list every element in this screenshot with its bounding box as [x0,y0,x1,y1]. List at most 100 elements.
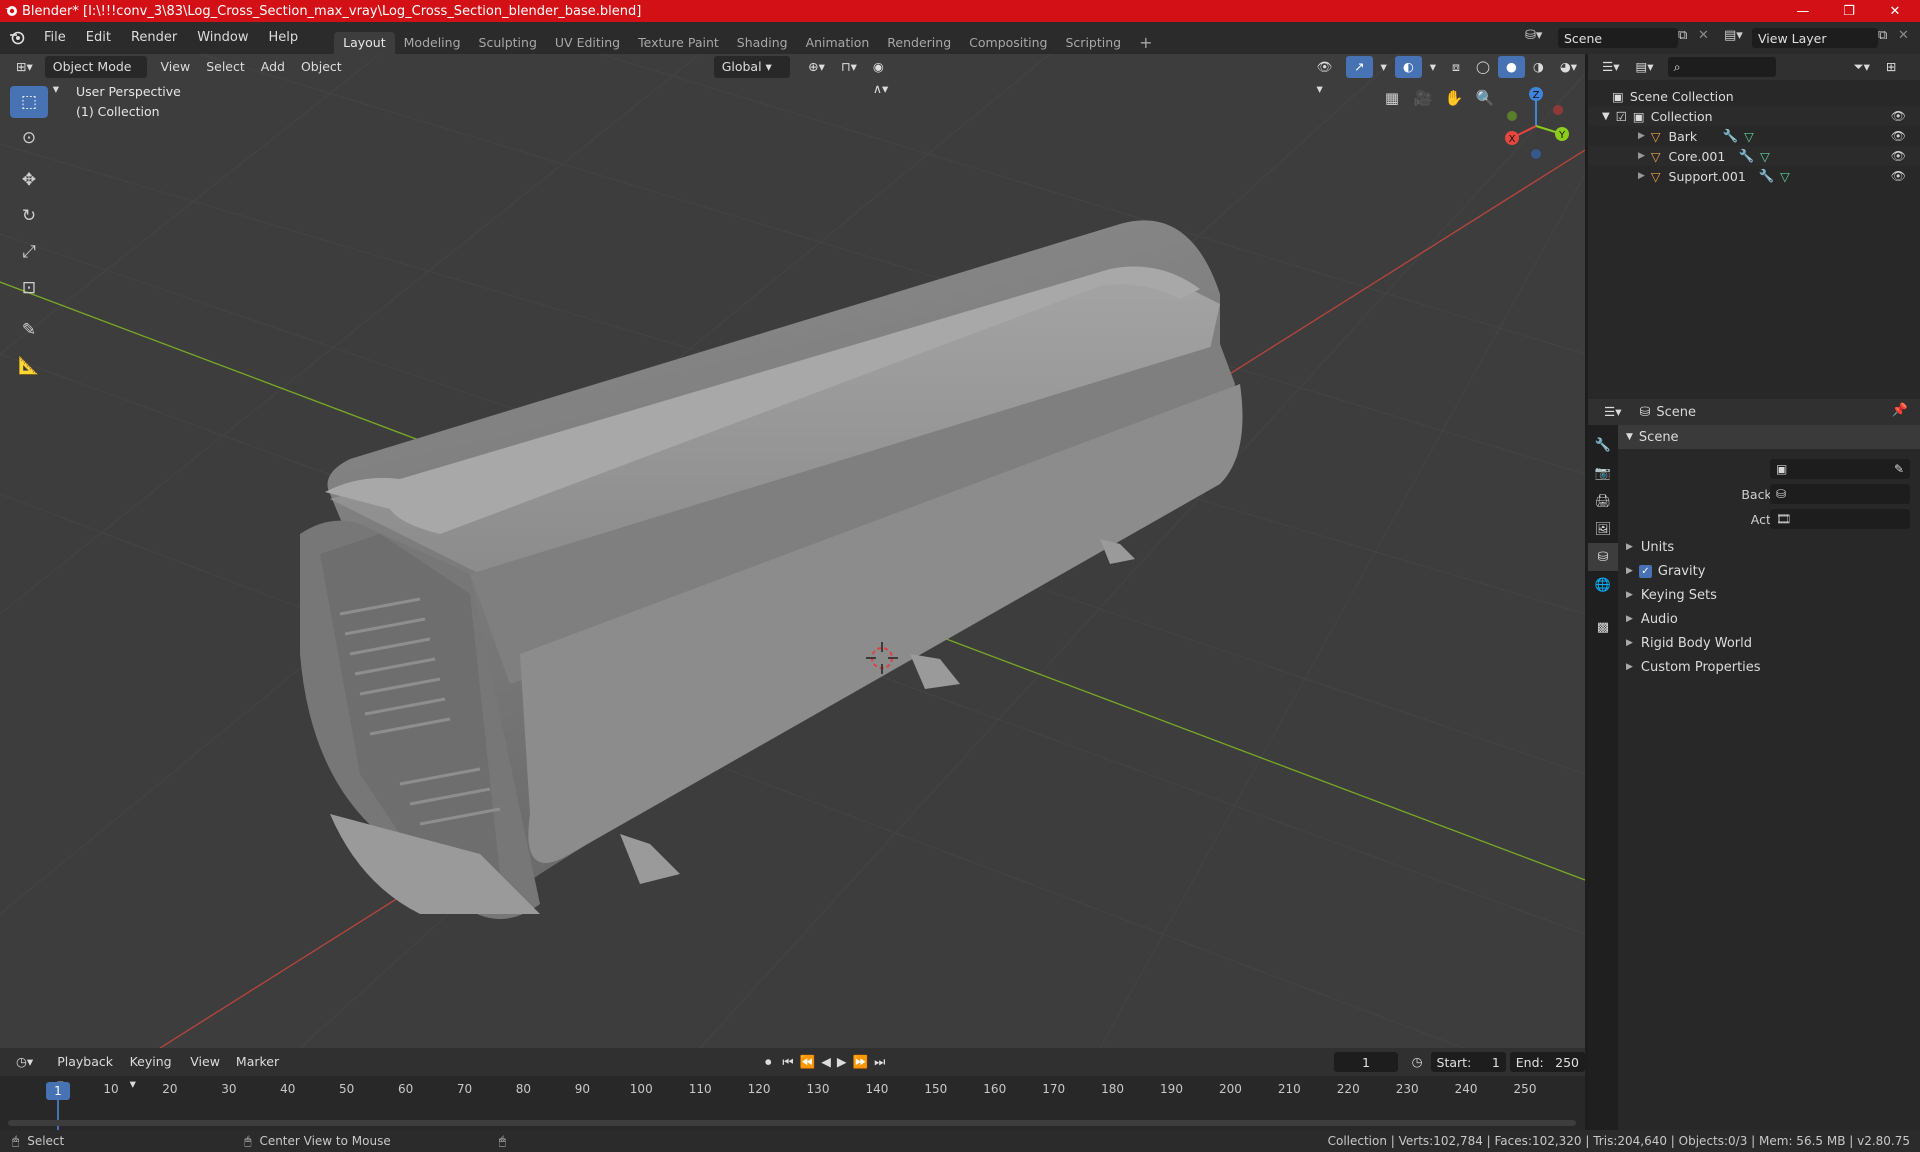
tab-layout[interactable]: Layout [334,32,395,54]
view-layer-tab-icon[interactable]: 🖼 [1588,515,1618,543]
menu-add[interactable]: Add [253,56,293,78]
tab-uv-editing[interactable]: UV Editing [546,32,629,54]
editor-type-icon[interactable]: ⊞▾ [8,56,41,78]
timeline-scrollbar[interactable] [8,1120,1576,1126]
overlay-dropdown-icon[interactable]: ▾ [1422,56,1444,78]
eye-icon[interactable]: 👁 [1891,129,1906,143]
select-box-icon[interactable]: ⬚ [10,86,48,118]
shading-solid-icon[interactable]: ● [1497,56,1525,78]
rigid-body-world-panel-header[interactable]: ▶ Rigid Body World [1618,631,1920,655]
filter-icon[interactable]: ⏷▾ [1846,56,1878,78]
outliner-row-collection[interactable]: ▼ ☑ ▣ Collection 👁 [1588,106,1920,126]
tab-rendering[interactable]: Rendering [878,32,960,54]
view-layer-field[interactable]: View Layer [1752,28,1878,48]
menu-view[interactable]: View [153,56,199,78]
world-tab-icon[interactable]: 🌐 [1588,571,1618,599]
overlay-toggle-icon[interactable]: ◐ [1394,56,1422,78]
tab-scripting[interactable]: Scripting [1057,32,1131,54]
scene-remove-icon[interactable]: ✕ [1698,28,1718,48]
view-layer-remove-icon[interactable]: ✕ [1898,28,1918,48]
checkbox-icon[interactable]: ☑ [1616,109,1627,124]
tab-animation[interactable]: Animation [797,32,879,54]
texture-tab-icon[interactable]: ▩ [1588,613,1618,641]
transform-tool-icon[interactable]: ⊡ [10,272,48,304]
shading-wireframe-icon[interactable]: ◯ [1468,56,1498,78]
outliner-row-core[interactable]: ▶ ▽ Core.001 🔧 ▽ 👁 [1588,146,1920,166]
mode-dropdown[interactable]: Object Mode ▾ [44,56,147,96]
scene-copy-icon[interactable]: ⧉ [1678,28,1698,48]
playhead-frame-indicator[interactable]: 1 [46,1082,70,1100]
menu-edit[interactable]: Edit [76,22,121,54]
xray-toggle-icon[interactable]: ⧈ [1444,56,1468,78]
camera-view-icon[interactable]: 🎥 [1409,84,1437,112]
background-scene-field[interactable]: ⛁ [1770,484,1910,504]
outliner-row-bark[interactable]: ▶ ▽ Bark 🔧 ▽ 👁 [1588,126,1920,146]
proportional-edit-icon[interactable]: ◉ ∧▾ [865,56,911,96]
new-collection-icon[interactable]: ⊞ [1878,56,1904,78]
units-panel-header[interactable]: ▶ Units [1618,535,1920,559]
zoom-view-icon[interactable]: 🔍 [1471,84,1499,112]
custom-properties-panel-header[interactable]: ▶ Custom Properties [1618,655,1920,679]
tab-modeling[interactable]: Modeling [395,32,470,54]
close-button[interactable]: ✕ [1872,0,1918,22]
visibility-icon[interactable]: 👁▾ [1308,56,1346,96]
properties-editor-type-icon[interactable]: ☰▾ [1596,401,1629,423]
menu-file[interactable]: File [34,22,76,54]
minimize-button[interactable]: — [1780,0,1826,22]
pivot-icon[interactable]: ⊕▾ [800,56,833,78]
eyedropper-icon[interactable]: ✎ [1894,462,1904,476]
expand-arrow-icon[interactable]: ▶ [1638,151,1645,161]
measure-tool-icon[interactable]: 📐 [10,350,48,382]
toggle-grid-view-icon[interactable]: ▦ [1378,84,1406,112]
output-tab-icon[interactable]: 🖨 [1588,487,1618,515]
menu-render[interactable]: Render [121,22,187,54]
view-layer-browse-icon[interactable]: ▤▾ [1724,28,1752,48]
eye-icon[interactable]: 👁 [1891,109,1906,123]
eye-icon[interactable]: 👁 [1891,149,1906,163]
keying-sets-panel-header[interactable]: ▶ Keying Sets [1618,583,1920,607]
maximize-button[interactable]: ❐ [1826,0,1872,22]
scene-name-field[interactable]: Scene [1558,28,1678,48]
menu-select[interactable]: Select [198,56,253,78]
tab-shading[interactable]: Shading [728,32,797,54]
scale-tool-icon[interactable]: ⤢ [10,236,48,268]
snap-icon[interactable]: ⊓▾ [833,56,865,78]
scene-tab-icon[interactable]: ⛁ [1588,543,1618,571]
scene-browse-icon[interactable]: ⛁▾ [1525,28,1549,48]
tab-sculpting[interactable]: Sculpting [470,32,546,54]
gravity-checkbox[interactable]: ✓ [1638,564,1652,578]
menu-window[interactable]: Window [187,22,258,54]
shading-material-icon[interactable]: ◑ [1525,56,1552,78]
view-layer-copy-icon[interactable]: ⧉ [1878,28,1898,48]
shading-rendered-icon[interactable]: ◕▾ [1552,56,1585,78]
rotate-tool-icon[interactable]: ↻ [10,200,48,232]
expand-arrow-icon[interactable]: ▶ [1638,131,1645,141]
blender-menu-icon[interactable] [0,30,34,46]
tab-texture-paint[interactable]: Texture Paint [629,32,728,54]
gizmo-toggle-icon[interactable]: ↗ [1346,56,1373,78]
expand-arrow-icon[interactable]: ▼ [1602,111,1610,122]
active-movie-clip-field[interactable]: 🎞 [1770,509,1910,529]
3d-viewport[interactable]: ⊞▾ Object Mode ▾ View Select Add Object … [0,54,1585,1048]
camera-field[interactable]: ▣ ✎ [1770,459,1910,479]
audio-panel-header[interactable]: ▶ Audio [1618,607,1920,631]
outliner-row-scene-collection[interactable]: ▣ Scene Collection [1588,86,1920,106]
outliner-editor-type-icon[interactable]: ☰▾ [1594,56,1627,78]
timeline-ruler[interactable]: 10 20 30 40 50 60 70 80 90 100 110 120 130 140 150 160 1… [0,1048,1585,1130]
gizmo-dropdown-icon[interactable]: ▾ [1373,56,1395,78]
menu-object[interactable]: Object [293,56,350,78]
orientation-dropdown[interactable]: Global ▾ [713,56,791,78]
menu-help[interactable]: Help [259,22,309,54]
annotate-tool-icon[interactable]: ✎ [10,314,48,346]
pan-view-icon[interactable]: ✋ [1440,84,1468,112]
tab-compositing[interactable]: Compositing [960,32,1056,54]
pin-icon[interactable]: 📌 [1892,403,1908,418]
outliner-search-input[interactable]: ⌕ [1667,57,1776,77]
expand-arrow-icon[interactable]: ▶ [1638,171,1645,181]
outliner-row-support[interactable]: ▶ ▽ Support.001 🔧 ▽ 👁 [1588,166,1920,186]
eye-icon[interactable]: 👁 [1891,169,1906,183]
render-tab-icon[interactable]: 📷 [1588,459,1618,487]
gravity-panel-header[interactable]: ▶ ✓ Gravity [1618,559,1920,583]
cursor-tool-icon[interactable]: ⊙ [10,122,48,154]
tool-tab-icon[interactable]: 🔧 [1588,431,1618,459]
